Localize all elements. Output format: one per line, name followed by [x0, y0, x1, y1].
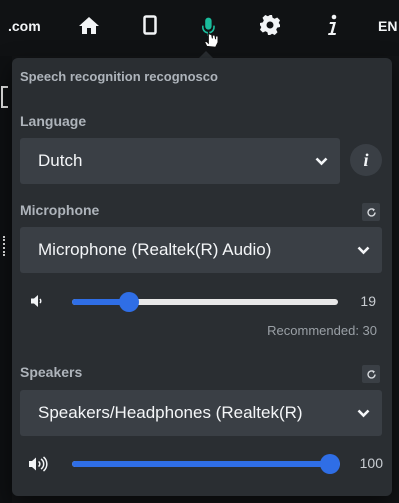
microphone-refresh-button[interactable]: [362, 203, 380, 221]
panel-title: Speech recognition recognosco: [20, 69, 218, 84]
recommended-volume-text: Recommended: 30: [267, 323, 377, 338]
speakers-selected-value: Speakers/Headphones (Realtek(R): [38, 403, 303, 422]
background-page-edge: [0, 56, 12, 503]
speakers-volume-value: 100: [359, 455, 383, 471]
background-bracket: [1, 86, 8, 108]
info-icon[interactable]: [320, 13, 344, 37]
chevron-down-icon: [314, 154, 328, 168]
refresh-icon: [366, 207, 376, 217]
speaker-low-icon: [30, 292, 52, 310]
microphone-selected-value: Microphone (Realtek(R) Audio): [38, 240, 272, 259]
microphone-select[interactable]: Microphone (Realtek(R) Audio): [20, 227, 382, 273]
home-icon[interactable]: [77, 13, 101, 37]
refresh-icon: [366, 369, 376, 379]
speakers-select[interactable]: Speakers/Headphones (Realtek(R): [20, 390, 382, 436]
gear-icon[interactable]: [258, 13, 282, 37]
mobile-icon[interactable]: [138, 13, 162, 37]
speaker-high-icon: [28, 455, 50, 473]
speakers-refresh-button[interactable]: [362, 365, 380, 383]
microphone-volume-value: 19: [360, 293, 376, 309]
microphone-volume-slider[interactable]: [72, 292, 338, 312]
microphone-icon[interactable]: [198, 10, 222, 56]
language-label: Language: [20, 113, 87, 129]
slider-thumb[interactable]: [320, 454, 340, 474]
info-icon: i: [363, 149, 369, 170]
site-name-fragment[interactable]: .com: [8, 18, 41, 34]
chevron-down-icon: [356, 406, 370, 420]
chevron-down-icon: [356, 243, 370, 257]
speakers-volume-slider[interactable]: [72, 454, 340, 474]
language-select[interactable]: Dutch: [20, 138, 340, 184]
background-drag-handle: [3, 236, 5, 256]
speakers-label: Speakers: [20, 364, 83, 380]
top-toolbar: .com EN: [0, 0, 399, 56]
slider-thumb[interactable]: [118, 292, 139, 312]
slider-fill: [72, 461, 330, 467]
language-info-button[interactable]: i: [350, 144, 382, 176]
microphone-label: Microphone: [20, 202, 100, 218]
language-code[interactable]: EN: [378, 18, 397, 34]
language-selected-value: Dutch: [38, 151, 83, 170]
